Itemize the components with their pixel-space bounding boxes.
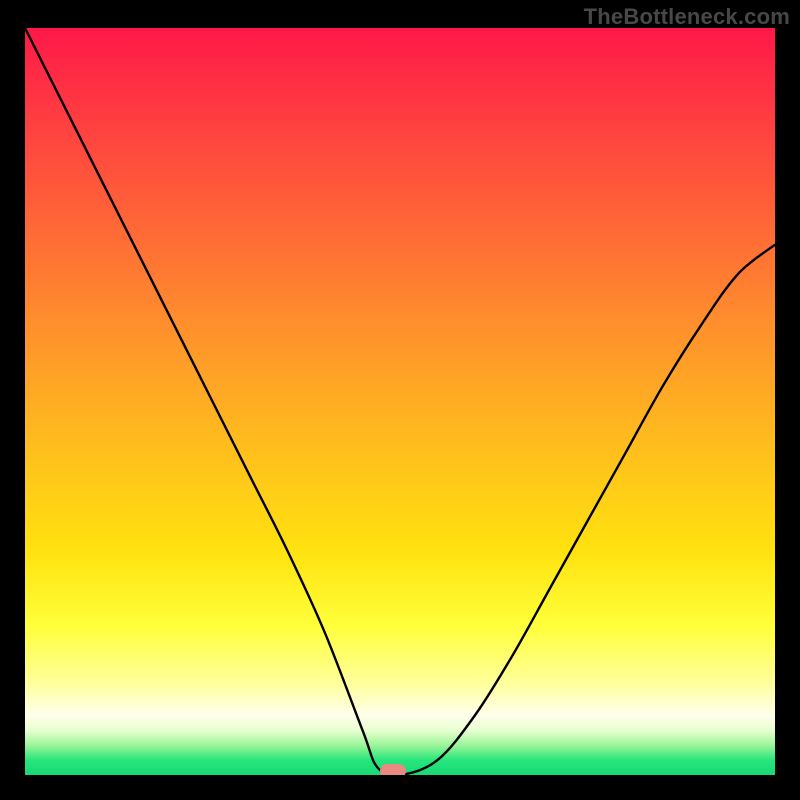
optimal-point-marker bbox=[380, 764, 406, 775]
plot-area bbox=[25, 28, 775, 775]
curve-svg bbox=[25, 28, 775, 775]
chart-frame: TheBottleneck.com bbox=[0, 0, 800, 800]
bottleneck-curve bbox=[25, 28, 775, 775]
watermark-text: TheBottleneck.com bbox=[584, 4, 790, 30]
